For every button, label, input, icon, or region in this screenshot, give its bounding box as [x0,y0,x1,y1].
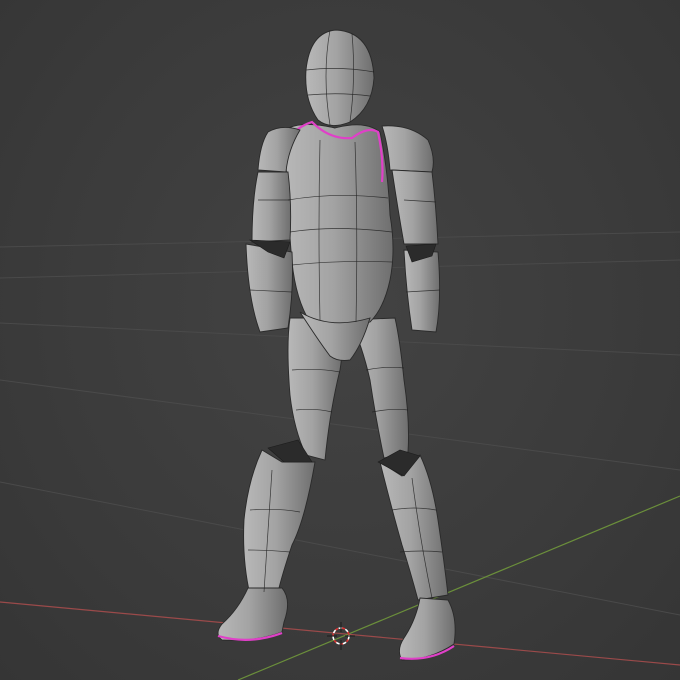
3d-cursor-icon[interactable] [327,622,355,650]
left-forearm [245,243,293,333]
x-axis-line [0,601,680,666]
y-axis-line [237,495,680,680]
head [305,29,375,126]
3d-viewport[interactable] [0,0,680,680]
right-shoulder-pad [381,125,434,173]
right-upper-arm [391,169,439,245]
left-upper-arm [251,171,292,243]
left-boot [217,587,288,641]
viewport-canvas[interactable] [0,0,680,680]
right-shin [379,454,449,601]
left-shin [243,449,316,596]
grid-line [0,379,680,471]
torso [283,124,394,328]
humanoid-mesh[interactable] [217,29,456,661]
grid-line [0,481,680,616]
